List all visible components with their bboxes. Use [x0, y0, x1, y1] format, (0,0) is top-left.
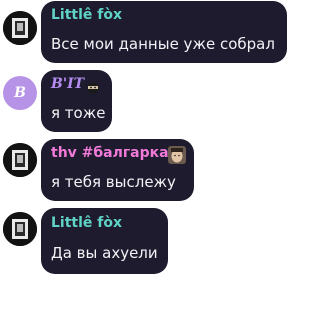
message-bubble: Littlê fòx Да вы ахуели	[41, 208, 168, 274]
author-name[interactable]: B'IT	[51, 76, 84, 92]
ninja-emoji-icon	[87, 79, 99, 94]
face-photo-badge	[168, 146, 186, 164]
user-avatar[interactable]	[3, 143, 37, 177]
message-bubble: thv #балгарка я тебя выслежу	[41, 139, 194, 201]
author-name[interactable]: Littlê fòx	[51, 7, 122, 23]
user-avatar[interactable]: B	[3, 76, 37, 110]
message-bubble: Littlê fòx Все мои данные уже собрал	[41, 1, 287, 63]
message-text: Все мои данные уже собрал	[51, 35, 275, 53]
author-name[interactable]: thv #балгарка	[51, 145, 169, 161]
user-avatar[interactable]	[3, 212, 37, 246]
message-bubble: B'IT я тоже	[41, 70, 112, 132]
author-name[interactable]: Littlê fòx	[51, 215, 122, 231]
message-text: я тоже	[51, 104, 106, 122]
message-text: я тебя выслежу	[51, 173, 176, 191]
user-avatar[interactable]	[3, 11, 37, 45]
message-text: Да вы ахуели	[51, 244, 158, 262]
